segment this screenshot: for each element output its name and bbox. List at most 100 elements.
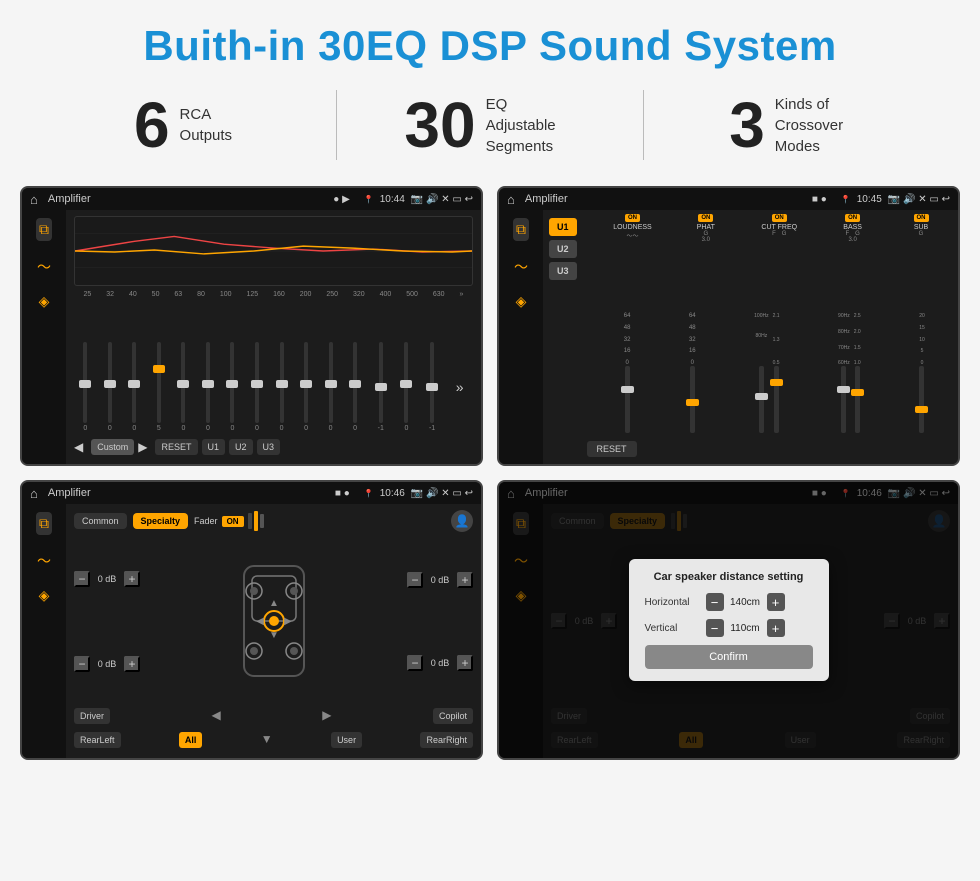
sidebar-eq-icon-2[interactable]: ⧉ <box>513 218 529 241</box>
cx-reset-btn[interactable]: RESET <box>587 441 637 457</box>
horizontal-plus-btn[interactable]: + <box>767 593 785 611</box>
sp-minus-tl[interactable]: − <box>74 571 90 587</box>
copilot-btn-3[interactable]: Copilot <box>433 708 473 724</box>
rearleft-btn-3[interactable]: RearLeft <box>74 732 121 748</box>
car-diagram-container: ▲ ▼ ◀ ▶ <box>148 538 399 704</box>
rearright-btn-3[interactable]: RearRight <box>420 732 473 748</box>
cx-loudness-slider[interactable]: 64 48 32 16 0 <box>624 313 631 433</box>
fader-on-3[interactable]: ON <box>222 516 244 527</box>
custom-btn[interactable]: Custom <box>91 439 134 455</box>
status-icons-1: 📷 🔊 ✕ ▭ ↩ <box>411 194 473 205</box>
eq-slider-8[interactable]: 0 <box>280 342 284 432</box>
sp-minus-tr[interactable]: − <box>407 572 423 588</box>
cx-phat-label: PHAT <box>697 224 715 231</box>
car-svg: ▲ ▼ ◀ ▶ <box>224 556 324 686</box>
eq-slider-2[interactable]: 0 <box>132 342 136 432</box>
eq-val-0: 0 <box>83 425 87 432</box>
cx-loudness-on[interactable]: ON <box>625 214 640 222</box>
sidebar-volume-icon-2[interactable]: ◈ <box>516 293 527 310</box>
sp-minus-br[interactable]: − <box>407 655 423 671</box>
profile-icon-3[interactable]: 👤 <box>451 510 473 532</box>
vertical-plus-btn[interactable]: + <box>767 619 785 637</box>
stat-label-rca: RCAOutputs <box>180 104 233 146</box>
sidebar-eq-icon-3[interactable]: ⧉ <box>36 512 52 535</box>
eq-slider-13[interactable]: 0 <box>404 342 408 432</box>
sp-plus-bl[interactable]: + <box>124 656 140 672</box>
cx-vertical-sliders: 64 48 32 16 0 <box>597 246 952 433</box>
user-btn-3[interactable]: User <box>331 732 362 748</box>
sp-db-br: − 0 dB + <box>407 655 473 671</box>
status-bar-1: ⌂ Amplifier ● ▶ 📍 10:44 📷 🔊 ✕ ▭ ↩ <box>22 188 481 210</box>
stats-row: 6 RCAOutputs 30 EQ AdjustableSegments 3 … <box>0 80 980 178</box>
cx-cutfreq-sliders[interactable]: 100Hz 80Hz <box>754 313 779 433</box>
eq-slider-12[interactable]: -1 <box>378 342 384 432</box>
fader-row-3: Fader ON 👤 <box>194 510 473 532</box>
cx-u1-btn[interactable]: U1 <box>549 218 577 236</box>
horizontal-minus-btn[interactable]: − <box>706 593 724 611</box>
sp-plus-tr[interactable]: + <box>457 572 473 588</box>
eq-slider-6[interactable]: 0 <box>230 342 234 432</box>
arrow-right-3[interactable]: ▶ <box>322 708 331 724</box>
u3-btn-1[interactable]: U3 <box>257 439 281 455</box>
cx-phat-on[interactable]: ON <box>698 214 713 222</box>
driver-btn-3[interactable]: Driver <box>74 708 110 724</box>
u1-btn-1[interactable]: U1 <box>202 439 226 455</box>
cx-bass-on[interactable]: ON <box>845 214 860 222</box>
home-icon-1[interactable]: ⌂ <box>30 192 38 207</box>
arrow-down-3[interactable]: ▼ <box>261 732 273 748</box>
eq-more-btn[interactable]: » <box>456 342 464 432</box>
sidebar-speaker-icon-3[interactable]: ◈ <box>39 587 50 604</box>
app-name-2: Amplifier <box>525 193 806 205</box>
vertical-minus-btn[interactable]: − <box>706 619 724 637</box>
eq-slider-1[interactable]: 0 <box>108 342 112 432</box>
home-icon-2[interactable]: ⌂ <box>507 192 515 207</box>
home-icon-3[interactable]: ⌂ <box>30 486 38 501</box>
eq-slider-14[interactable]: -1 <box>429 342 435 432</box>
time-1: 10:44 <box>380 194 405 205</box>
freq-25: 25 <box>83 291 91 298</box>
sp-val-br: 0 dB <box>426 658 454 668</box>
cx-u2-btn[interactable]: U2 <box>549 240 577 258</box>
cx-phat-slider[interactable]: 64 48 32 16 0 <box>689 313 696 433</box>
eq-slider-10[interactable]: 0 <box>329 342 333 432</box>
screen-body-3: ⧉ 〜 ◈ Common Specialty Fader ON <box>22 504 481 758</box>
app-name-1: Amplifier <box>48 193 327 205</box>
cx-u3-btn[interactable]: U3 <box>549 262 577 280</box>
dialog-title: Car speaker distance setting <box>645 571 813 583</box>
all-btn-3[interactable]: All <box>179 732 203 748</box>
cx-bass-sliders[interactable]: 90Hz 80Hz 70Hz 60Hz <box>838 313 861 433</box>
eq-slider-4[interactable]: 0 <box>181 342 185 432</box>
eq-slider-0[interactable]: 0 <box>83 342 87 432</box>
sp-plus-br[interactable]: + <box>457 655 473 671</box>
sp-db-tl: − 0 dB + <box>74 571 140 587</box>
next-icon[interactable]: ▶ <box>138 440 147 454</box>
cx-cutfreq-g-thumb <box>770 379 783 386</box>
vertical-ctrl: − 110cm + <box>706 619 785 637</box>
sidebar-equalizer-icon[interactable]: ⧉ <box>36 218 52 241</box>
eq-slider-3[interactable]: 5 <box>157 342 161 432</box>
eq-slider-7[interactable]: 0 <box>255 342 259 432</box>
sidebar-wave-icon[interactable]: 〜 <box>37 257 51 277</box>
cx-sub-on[interactable]: ON <box>914 214 929 222</box>
eq-slider-11[interactable]: 0 <box>353 342 357 432</box>
cx-bass-g: 2.5 2.0 1.5 1.0 <box>854 313 861 433</box>
prev-icon[interactable]: ◀ <box>74 440 83 454</box>
common-tab-3[interactable]: Common <box>74 513 127 529</box>
cx-sub-slider[interactable]: 20 15 10 5 0 <box>919 313 925 433</box>
reset-btn-1[interactable]: RESET <box>155 439 197 455</box>
confirm-btn[interactable]: Confirm <box>645 645 813 669</box>
sp-minus-bl[interactable]: − <box>74 656 90 672</box>
eq-slider-9[interactable]: 0 <box>304 342 308 432</box>
eq-val-5: 0 <box>206 425 210 432</box>
sidebar-speaker-icon[interactable]: ◈ <box>39 293 50 310</box>
arrow-left-3[interactable]: ◀ <box>212 708 221 724</box>
sidebar-wave-icon-2[interactable]: 〜 <box>514 257 528 277</box>
cx-loudness-labels: 64 48 32 16 0 <box>624 313 631 366</box>
sidebar-wave-icon-3[interactable]: 〜 <box>37 551 51 571</box>
eq-slider-5[interactable]: 0 <box>206 342 210 432</box>
cx-cutfreq-on[interactable]: ON <box>772 214 787 222</box>
u2-btn-1[interactable]: U2 <box>229 439 253 455</box>
sp-plus-tl[interactable]: + <box>124 571 140 587</box>
fader-bars-3 <box>248 511 264 531</box>
specialty-tab-3[interactable]: Specialty <box>133 513 189 529</box>
